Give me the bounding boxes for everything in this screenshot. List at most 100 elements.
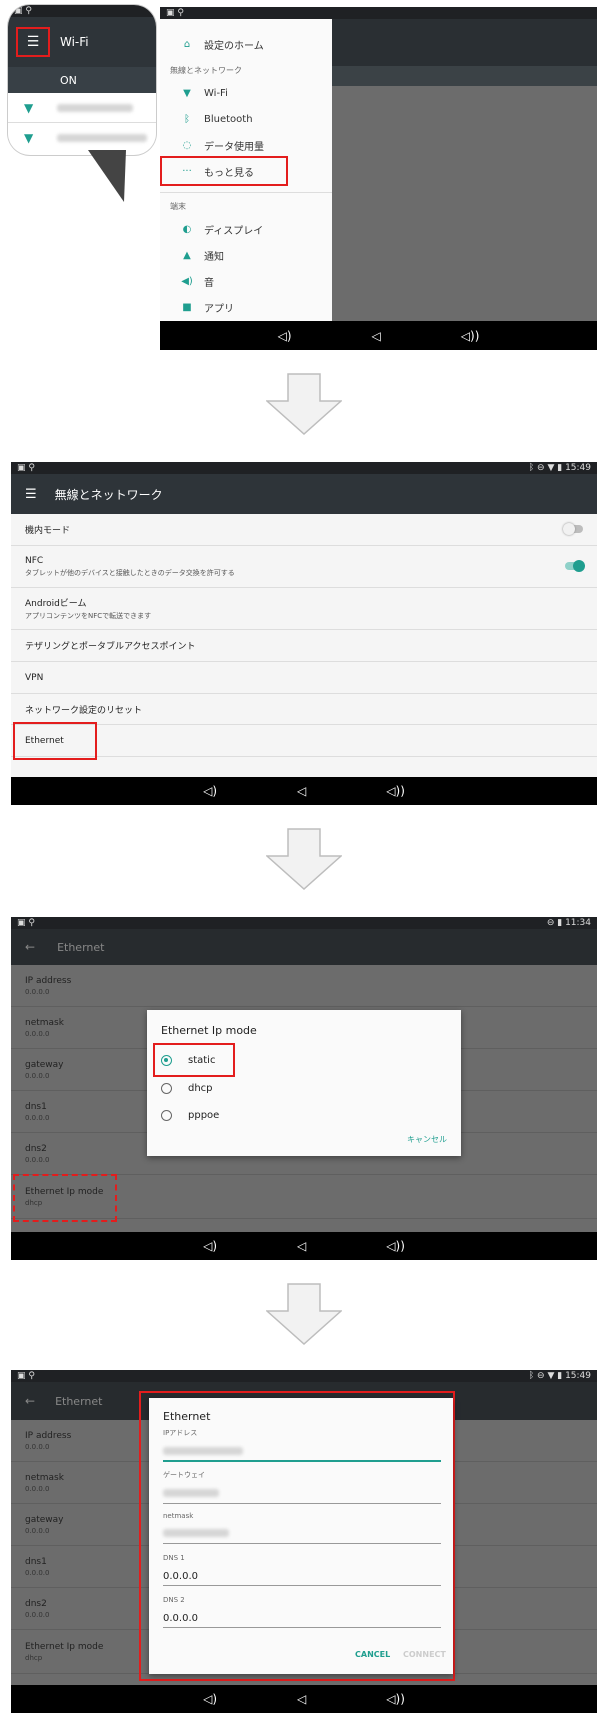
drawer-item-label: ディスプレイ: [204, 225, 264, 237]
status-time: 15:49: [565, 1371, 591, 1381]
field-label: ゲートウェイ: [163, 1471, 205, 1479]
drawer-item-label: Bluetooth: [204, 113, 253, 125]
volume-up-icon[interactable]: ◁)): [386, 1239, 405, 1253]
row-title: Ethernet: [25, 735, 64, 746]
data-usage-icon: ◌: [182, 139, 192, 151]
down-arrow-icon: [266, 373, 342, 435]
field-input[interactable]: [163, 1526, 441, 1544]
back-arrow-icon[interactable]: ←: [25, 940, 35, 954]
volume-up-icon[interactable]: ◁)): [386, 1692, 405, 1706]
drawer-item-label: アプリ: [204, 303, 234, 315]
row-nfc[interactable]: NFC タブレットが他のデバイスと接触したときのデータ交換を許可する: [11, 546, 597, 588]
drawer-item-label: 通知: [204, 251, 224, 263]
drawer-item-more[interactable]: ··· もっと見る: [160, 156, 288, 186]
drawer-item-label: データ使用量: [204, 141, 264, 153]
field-input[interactable]: 0.0.0.0: [163, 1568, 441, 1586]
wifi-toggle-label: ON: [60, 73, 77, 87]
drawer-item-notifications[interactable]: ▲ 通知: [160, 242, 332, 268]
more-icon: ···: [182, 165, 192, 177]
field-input[interactable]: [163, 1486, 441, 1504]
status-bar: ▣ ⚲ ⊖ ▮ 11:34: [11, 917, 597, 929]
gateway-field[interactable]: ゲートウェイ: [163, 1470, 441, 1504]
drawer-item-apps[interactable]: ■ アプリ: [160, 294, 332, 320]
row-vpn[interactable]: VPN: [11, 662, 597, 694]
network-item[interactable]: ▼: [8, 93, 156, 123]
row-network-reset[interactable]: ネットワーク設定のリセット: [11, 694, 597, 725]
field-input[interactable]: 0.0.0.0: [163, 1610, 441, 1628]
nav-bar: ◁) ◁ ◁)): [11, 1232, 597, 1260]
menu-icon[interactable]: ☰: [25, 487, 37, 502]
wifi-icon: ▼: [183, 87, 191, 99]
airplane-toggle[interactable]: [563, 523, 583, 535]
row-airplane-mode[interactable]: 機内モード: [11, 514, 597, 546]
back-icon[interactable]: ◁: [297, 1239, 306, 1253]
row-subtitle: アプリコンテンツをNFCで転送できます: [25, 612, 152, 620]
drawer-item-wifi[interactable]: ▼ Wi-Fi: [160, 80, 332, 106]
row-ip-mode[interactable]: Ethernet Ip mode dhcp: [11, 1174, 597, 1222]
drawer-item-display[interactable]: ◐ ディスプレイ: [160, 216, 332, 242]
page-title: Ethernet: [57, 940, 105, 954]
dns1-field[interactable]: DNS 1 0.0.0.0: [163, 1554, 441, 1586]
ip-address-field[interactable]: IPアドレス: [163, 1428, 441, 1462]
status-bar: ▣ ⚲ ᛒ ⊖ ▼ ▮ 15:49: [11, 462, 597, 474]
back-icon[interactable]: ◁: [372, 329, 381, 343]
menu-icon[interactable]: ☰: [16, 27, 50, 57]
field-label: IPアドレス: [163, 1429, 198, 1437]
settings-list: 機内モード NFC タブレットが他のデバイスと接触したときのデータ交換を許可する…: [11, 514, 597, 760]
field-input[interactable]: [163, 1444, 441, 1462]
back-icon[interactable]: ◁: [297, 784, 306, 798]
dns2-field[interactable]: DNS 2 0.0.0.0: [163, 1596, 441, 1628]
volume-down-icon[interactable]: ◁): [203, 1239, 217, 1253]
row-value: 0.0.0.0: [25, 987, 50, 996]
status-icons: ᛒ ⊖ ▼ ▮: [528, 463, 566, 473]
row-tethering[interactable]: テザリングとポータブルアクセスポイント: [11, 630, 597, 662]
nav-bar: ◁) ◁ ◁)): [11, 1685, 597, 1713]
drawer-item-sound[interactable]: ◀) 音: [160, 268, 332, 294]
drawer-item-label: Wi-Fi: [204, 87, 228, 99]
drawer-home[interactable]: ⌂ 設定のホーム: [160, 31, 332, 57]
connect-button[interactable]: CONNECT: [403, 1650, 446, 1659]
drawer-item-data-usage[interactable]: ◌ データ使用量: [160, 132, 332, 158]
row-ethernet[interactable]: Ethernet: [11, 722, 597, 760]
network-item[interactable]: ▼: [8, 123, 156, 153]
down-arrow-icon: [266, 1283, 342, 1345]
field-label: DNS 1: [163, 1554, 185, 1562]
drawer-item-bluetooth[interactable]: ᛒ Bluetooth: [160, 106, 332, 132]
row-android-beam[interactable]: Androidビーム アプリコンテンツをNFCで転送できます: [11, 588, 597, 630]
radio-icon[interactable]: [161, 1082, 172, 1094]
drawer-home-label: 設定のホーム: [204, 40, 264, 52]
dialog-title: Ethernet Ip mode: [161, 1024, 257, 1037]
row-title: 機内モード: [25, 526, 71, 536]
volume-up-icon[interactable]: ◁)): [386, 784, 405, 798]
radio-icon[interactable]: [161, 1109, 172, 1121]
cancel-button[interactable]: CANCEL: [355, 1650, 390, 1659]
bell-icon: ▲: [183, 249, 191, 261]
dashed-highlight-box: [13, 1174, 117, 1222]
wifi-on-bar[interactable]: ON: [8, 67, 156, 93]
row-title: ネットワーク設定のリセット: [25, 705, 143, 716]
panel3-screen: ▣ ⚲ ⊖ ▮ 11:34 ← Ethernet IP address 0.0.0…: [11, 917, 597, 1260]
page-title: 無線とネットワーク: [54, 487, 163, 502]
row-title: Androidビーム: [25, 599, 87, 609]
cancel-button[interactable]: キャンセル: [407, 1134, 447, 1145]
bluetooth-icon: ᛒ: [184, 113, 190, 125]
volume-down-icon[interactable]: ◁): [203, 784, 217, 798]
back-arrow-icon[interactable]: ←: [25, 1394, 35, 1408]
wifi-signal-icon: ▼: [24, 131, 34, 145]
row-ip-address[interactable]: IP address 0.0.0.0: [11, 965, 597, 1007]
dialog-title: Ethernet: [163, 1410, 211, 1423]
option-pppoe[interactable]: pppoe: [161, 1103, 219, 1127]
status-time: 15:49: [565, 463, 591, 473]
option-label: dhcp: [188, 1082, 213, 1094]
option-dhcp[interactable]: dhcp: [161, 1076, 213, 1100]
status-icons: ⊖ ▮: [546, 918, 566, 928]
zoom-bubble: ▣ ⚲ ☰ Wi-Fi ON ▼ ▼: [8, 5, 156, 155]
nfc-toggle[interactable]: [565, 560, 585, 572]
volume-up-icon[interactable]: ◁)): [461, 329, 480, 343]
volume-down-icon[interactable]: ◁): [278, 329, 292, 343]
volume-down-icon[interactable]: ◁): [203, 1692, 217, 1706]
back-icon[interactable]: ◁: [297, 1692, 306, 1706]
netmask-field[interactable]: netmask: [163, 1512, 441, 1544]
home-icon: ⌂: [183, 38, 191, 50]
wifi-signal-icon: ▼: [24, 100, 34, 115]
